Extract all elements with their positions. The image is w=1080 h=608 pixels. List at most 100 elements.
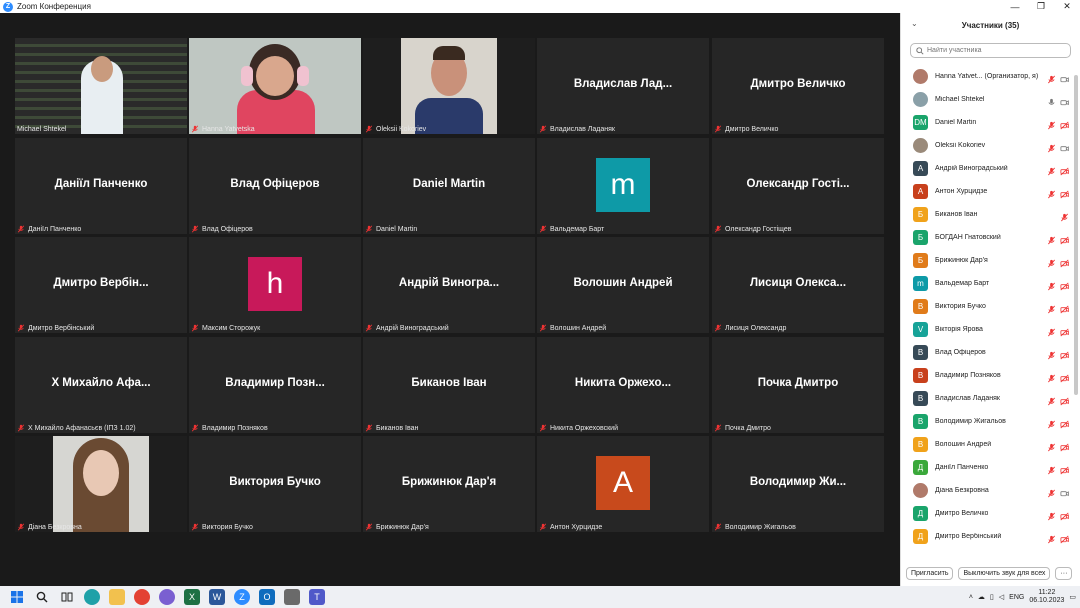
invite-button[interactable]: Пригласить (906, 567, 954, 580)
tile-name-text: Почка Дмитро (725, 424, 771, 432)
language-indicator[interactable]: ENG (1009, 594, 1024, 601)
video-tile[interactable]: Діана Безкровна (15, 436, 187, 532)
video-tile[interactable]: Андрій Виногра... Андрій Виноградський (363, 237, 535, 333)
mic-muted-icon (1047, 140, 1056, 158)
video-tile[interactable]: Лисиця Олекса... Лисиця Олександр (712, 237, 884, 333)
participant-row[interactable]: V Вікторія Ярова (901, 318, 1073, 341)
video-tile[interactable]: Виктория Бучко Виктория Бучко (189, 436, 361, 532)
video-tile[interactable]: Дмитро Вербін... Дмитро Вербінський (15, 237, 187, 333)
tile-name-label: Oleksii Kokoriev (365, 125, 426, 133)
participant-row[interactable]: Oleksii Kokoriev (901, 134, 1073, 157)
participant-search[interactable] (910, 43, 1071, 58)
video-tile[interactable]: Даніїл Панченко Даніїл Панченко (15, 138, 187, 234)
video-tile[interactable]: Волошин Андрей Волошин Андрей (537, 237, 709, 333)
participant-row[interactable]: Д Даніїл Панченко (901, 456, 1073, 479)
video-tile[interactable]: h Максим Сторожук (189, 237, 361, 333)
video-tile[interactable]: Daniel Martin Daniel Martin (363, 138, 535, 234)
participant-row[interactable]: А Антон Хурцидзе (901, 180, 1073, 203)
file-explorer-icon[interactable] (109, 589, 125, 605)
chrome-icon[interactable] (134, 589, 150, 605)
video-tile[interactable]: Никита Оржехо... Никита Оржеховский (537, 337, 709, 433)
video-tile[interactable]: Брижинюк Дар'я Брижинюк Дар'я (363, 436, 535, 532)
participant-row[interactable]: В Владислав Ладаняк (901, 387, 1073, 410)
participant-scrollbar[interactable] (1074, 75, 1078, 395)
video-tile[interactable]: Биканов Іван Биканов Іван (363, 337, 535, 433)
video-off-icon (1060, 301, 1069, 319)
tile-name-text: Влад Офіцеров (202, 225, 253, 233)
tile-display-name: Биканов Іван (411, 377, 487, 389)
chevron-up-icon[interactable]: ˄ (969, 594, 973, 601)
participant-row[interactable]: В Влад Офіцеров (901, 341, 1073, 364)
video-tile[interactable]: Владислав Лад... Владислав Ладаняк (537, 38, 709, 134)
video-tile[interactable]: Володимир Жи... Володимир Жигальов (712, 436, 884, 532)
search-input[interactable] (927, 47, 1067, 54)
tile-display-name: Олександр Гості... (746, 178, 850, 190)
minimize-button[interactable]: — (1002, 0, 1028, 13)
maximize-button[interactable]: ❐ (1028, 0, 1054, 13)
cloud-icon[interactable]: ☁ (978, 593, 985, 601)
app2-icon[interactable] (284, 589, 300, 605)
video-tile[interactable]: Почка Дмитро Почка Дмитро (712, 337, 884, 433)
participant-row[interactable]: Б Брижинюк Дар'я (901, 249, 1073, 272)
excel-icon[interactable]: X (184, 589, 200, 605)
video-tile[interactable]: Дмитро Величко Дмитро Величко (712, 38, 884, 134)
mic-muted-icon (1047, 71, 1056, 89)
notification-icon[interactable]: ▭ (1069, 593, 1076, 601)
participant-status-icons (1047, 370, 1069, 388)
participant-row[interactable]: Д Дмитро Вербінський (901, 525, 1073, 548)
tile-name-text: Олександр Гостіщев (725, 225, 792, 233)
video-tile[interactable]: Hanna Yatvetska (189, 38, 361, 134)
edge-browser-icon[interactable] (84, 589, 100, 605)
video-tile[interactable]: Владимир Позн... Владимир Позняков (189, 337, 361, 433)
collapse-chevron-icon[interactable]: ⌄ (911, 19, 918, 28)
video-tile[interactable]: Oleksii Kokoriev (363, 38, 535, 134)
tile-name-label: Володимир Жигальов (714, 523, 796, 531)
participant-status-icons (1047, 485, 1069, 503)
mic-muted-icon (1047, 508, 1056, 526)
participant-row[interactable]: А Андрій Виноградський (901, 157, 1073, 180)
video-tile[interactable]: Олександр Гості... Олександр Гостіщев (712, 138, 884, 234)
mic-muted-icon (191, 523, 199, 531)
mic-muted-icon (191, 324, 199, 332)
participant-name: Дмитро Вербінський (935, 533, 1002, 540)
participant-row[interactable]: В Волошин Андрей (901, 433, 1073, 456)
search-taskbar-icon[interactable] (34, 589, 50, 605)
volume-icon[interactable]: ◁ (999, 593, 1004, 601)
mic-muted-icon (539, 125, 547, 133)
clock[interactable]: 11:22 06.10.2023 (1029, 589, 1064, 605)
participant-row[interactable]: DM Daniel Martin (901, 111, 1073, 134)
task-view-icon[interactable] (59, 589, 75, 605)
windows-start-icon[interactable] (9, 589, 25, 605)
video-tile[interactable]: Х Михайло Афа... Х Михайло Афанасьєв (ІПЗ… (15, 337, 187, 433)
mute-all-button[interactable]: Выключить звук для всех (958, 567, 1051, 580)
video-tile[interactable]: Michael Shtekel (15, 38, 187, 134)
outlook-icon[interactable]: O (259, 589, 275, 605)
participant-row[interactable]: В Владимир Позняков (901, 364, 1073, 387)
tile-display-name: Волошин Андрей (573, 277, 673, 289)
mic-muted-icon (365, 523, 373, 531)
tile-display-name: Владимир Позн... (225, 377, 325, 389)
participant-row[interactable]: Д Дмитро Величко (901, 502, 1073, 525)
participant-row[interactable]: Б БОГДАН Гнатовский (901, 226, 1073, 249)
participant-row[interactable]: В Володимир Жигальов (901, 410, 1073, 433)
tile-display-name: Даніїл Панченко (54, 178, 148, 190)
participant-row[interactable]: Б Биканов Іван (901, 203, 1073, 226)
video-tile[interactable]: A Антон Хурцидзе (537, 436, 709, 532)
teams-icon[interactable]: T (309, 589, 325, 605)
network-icon[interactable]: ▯ (990, 593, 994, 601)
video-tile[interactable]: m Вальдемар Барт (537, 138, 709, 234)
mic-muted-icon (1047, 255, 1056, 273)
participant-row[interactable]: Michael Shtekel (901, 88, 1073, 111)
zoom-taskbar-icon[interactable]: Z (234, 589, 250, 605)
app-icon[interactable] (159, 589, 175, 605)
participant-row[interactable]: Діана Безкровна (901, 479, 1073, 502)
more-button[interactable]: ··· (1055, 567, 1073, 580)
video-tile[interactable]: Влад Офіцеров Влад Офіцеров (189, 138, 361, 234)
avatar: В (913, 345, 928, 360)
participant-row[interactable]: В Виктория Бучко (901, 295, 1073, 318)
word-icon[interactable]: W (209, 589, 225, 605)
avatar: Б (913, 207, 928, 222)
participant-row[interactable]: Hanna Yatvet... (Организатор, я) (901, 65, 1073, 88)
close-button[interactable]: ✕ (1054, 0, 1080, 13)
participant-row[interactable]: m Вальдемар Барт (901, 272, 1073, 295)
